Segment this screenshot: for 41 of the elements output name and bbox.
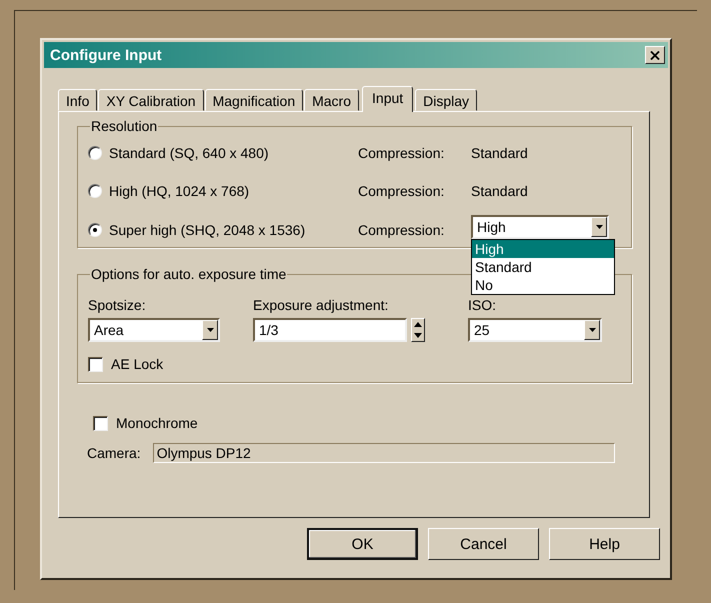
compression-label: Compression: xyxy=(358,145,446,161)
radio-button[interactable] xyxy=(88,184,102,198)
radio-button[interactable] xyxy=(88,146,102,160)
tab[interactable]: XY Calibration xyxy=(98,89,204,111)
compression-dropdown[interactable]: High xyxy=(471,215,609,239)
tab[interactable]: Input xyxy=(362,86,414,112)
window-title: Configure Input xyxy=(50,46,162,64)
dropdown-option[interactable]: No xyxy=(472,276,614,294)
dialog-button[interactable]: Cancel xyxy=(428,528,539,560)
close-icon[interactable] xyxy=(645,46,665,64)
radio-label: High (HQ, 1024 x 768) xyxy=(109,183,250,199)
tab[interactable]: Magnification xyxy=(204,89,304,111)
compression-label: Compression: xyxy=(358,222,446,238)
radio-label: Super high (SHQ, 2048 x 1536) xyxy=(109,222,306,238)
dropdown-option[interactable]: High xyxy=(472,240,614,258)
tab[interactable]: Info xyxy=(58,89,98,111)
spinner-icon[interactable] xyxy=(411,318,425,342)
dialog-button[interactable]: OK xyxy=(307,528,418,560)
group-title: Options for auto. exposure time xyxy=(90,266,288,282)
radio-button[interactable] xyxy=(88,223,102,237)
group-title: Resolution xyxy=(90,118,158,134)
field-label: Spotsize: xyxy=(88,297,147,313)
radio-label: Standard (SQ, 640 x 480) xyxy=(109,145,269,161)
compression-value: Standard xyxy=(471,183,529,199)
field-label: Camera: xyxy=(87,445,141,461)
tab[interactable]: Display xyxy=(415,89,478,111)
iso-dropdown[interactable]: 25 xyxy=(468,318,602,342)
dialog-button[interactable]: Help xyxy=(549,528,660,560)
checkbox[interactable] xyxy=(93,416,108,430)
field-label: ISO: xyxy=(468,297,498,313)
spotsize-dropdown[interactable]: Area xyxy=(88,318,220,342)
input-field[interactable]: 1/3 xyxy=(253,318,407,342)
camera-field: Olympus DP12 xyxy=(152,443,615,463)
compression-label: Compression: xyxy=(358,183,446,199)
tab[interactable]: Macro xyxy=(304,89,360,111)
checkbox-label: Monochrome xyxy=(116,415,198,431)
dropdown-option[interactable]: Standard xyxy=(472,258,614,276)
checkbox-label: AE Lock xyxy=(111,356,164,372)
compression-value: Standard xyxy=(471,145,529,161)
field-label: Exposure adjustment: xyxy=(253,297,390,313)
checkbox[interactable] xyxy=(88,356,103,372)
